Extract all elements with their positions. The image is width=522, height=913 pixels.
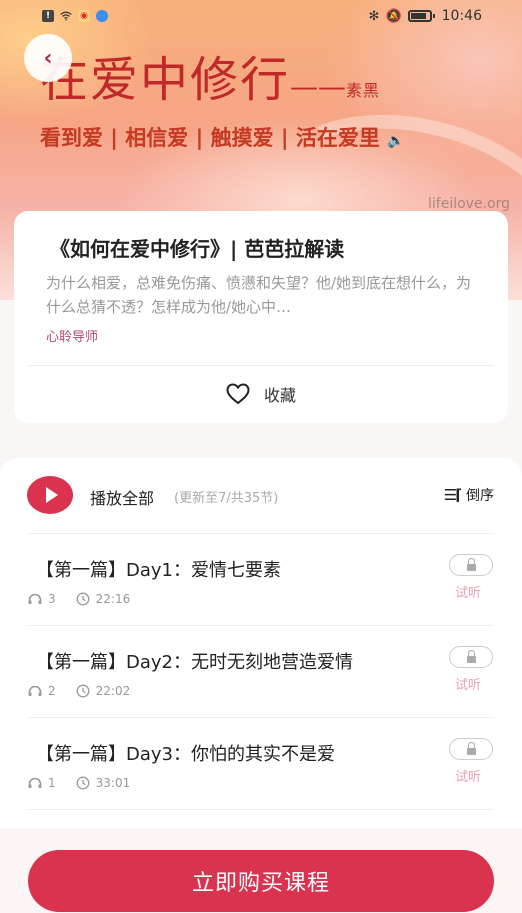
episode-title[interactable]: 【第一篇】Day2：无时无刻地营造爱情 <box>36 648 353 674</box>
episode-duration: 22:02 <box>95 684 131 698</box>
sort-icon: ☰⌈ <box>443 486 462 504</box>
trial-listen-button[interactable]: 试听 <box>455 766 481 785</box>
course-title: 《如何在爱中修行》| 芭芭拉解读 <box>50 237 345 261</box>
status-time: 10:46 <box>441 8 482 24</box>
course-info-card: 《如何在爱中修行》| 芭芭拉解读 为什么相爱，总难免伤痛、愤懑和失望？他/她到底… <box>14 211 508 423</box>
play-all-label[interactable]: 播放全部 <box>90 485 154 509</box>
lock-button[interactable] <box>449 738 493 760</box>
sort-label: 倒序 <box>466 488 494 504</box>
banner-dash: —— <box>290 70 347 103</box>
update-info: (更新至7/共35节) <box>174 491 279 506</box>
headphones-icon <box>28 594 42 604</box>
lock-icon <box>466 741 476 755</box>
banner-slogan: 看到爱 | 相信爱 | 触摸爱 | 活在爱里 🔈 <box>40 122 405 152</box>
episode-meta: 3 22:16 <box>28 592 130 606</box>
course-description: 为什么相爱，总难免伤痛、愤懑和失望？他/她到底在想什么，为什么总猜不透？怎样成为… <box>46 274 472 316</box>
episode-title[interactable]: 【第一篇】Day3：你怕的其实不是爱 <box>36 740 335 766</box>
trial-listen-button[interactable]: 试听 <box>455 582 481 601</box>
back-button[interactable]: ‹ <box>24 34 72 82</box>
browser-icon <box>96 10 108 22</box>
clock-icon <box>76 776 90 790</box>
play-count: 1 <box>48 776 56 790</box>
clock-icon <box>76 684 90 698</box>
headphones-icon <box>28 778 42 788</box>
weibo-icon: ◉ <box>78 10 90 22</box>
episode-list-card: 播放全部 (更新至7/共35节) ☰⌈ 倒序 【第一篇】Day1：爱情七要素 3… <box>0 458 522 828</box>
bluetooth-icon: ✻ <box>368 8 380 24</box>
episode-title[interactable]: 【第一篇】Day1：爱情七要素 <box>36 556 281 582</box>
battery-icon <box>407 10 435 22</box>
banner-watermark: lifeilove.org <box>428 196 510 212</box>
episode-item[interactable]: 【第一篇】Day3：你怕的其实不是爱 1 33:01 试听 <box>0 718 522 810</box>
divider <box>28 365 494 366</box>
banner-title: 在爱中修行——素黑 <box>40 40 380 110</box>
episode-meta: 1 33:01 <box>28 776 130 790</box>
episode-item[interactable]: 【第一篇】Day1：爱情七要素 3 22:16 试听 <box>0 534 522 626</box>
play-icon <box>45 487 58 503</box>
episode-duration: 33:01 <box>95 776 131 790</box>
bottom-action-bar: 立即购买课程 <box>0 828 522 913</box>
heart-icon <box>226 383 250 405</box>
play-all-button[interactable] <box>27 476 73 514</box>
divider <box>28 809 494 810</box>
lock-icon <box>466 557 476 571</box>
banner-author: 素黑 <box>346 81 381 100</box>
banner-title-text: 在爱中修行 <box>40 52 291 108</box>
wifi-icon <box>60 11 72 21</box>
playlist-header: 播放全部 (更新至7/共35节) ☰⌈ 倒序 <box>0 458 522 534</box>
notification-icon: ! <box>42 10 54 22</box>
lock-button[interactable] <box>449 646 493 668</box>
banner-slogan-text: 看到爱 | 相信爱 | 触摸爱 | 活在爱里 <box>40 126 380 150</box>
chevron-left-icon: ‹ <box>43 45 53 71</box>
course-author[interactable]: 心聆导师 <box>46 326 98 345</box>
episode-duration: 22:16 <box>95 592 131 606</box>
favorite-button[interactable]: 收藏 <box>14 379 508 409</box>
clock-icon <box>76 592 90 606</box>
trial-listen-button[interactable]: 试听 <box>455 674 481 693</box>
episode-item[interactable]: 【第一篇】Day2：无时无刻地营造爱情 2 22:02 试听 <box>0 626 522 718</box>
sort-button[interactable]: ☰⌈ 倒序 <box>444 485 494 505</box>
status-bar: ! ◉ ✻ 🔕 10:46 <box>0 0 522 32</box>
play-count: 3 <box>48 592 56 606</box>
headphones-icon <box>28 686 42 696</box>
buy-course-button[interactable]: 立即购买课程 <box>28 850 494 912</box>
lock-button[interactable] <box>449 554 493 576</box>
lock-icon <box>466 649 476 663</box>
play-count: 2 <box>48 684 56 698</box>
favorite-label: 收藏 <box>263 386 296 405</box>
speaker-icon: 🔈 <box>387 133 405 149</box>
mute-icon: 🔕 <box>385 8 402 24</box>
episode-meta: 2 22:02 <box>28 684 130 698</box>
